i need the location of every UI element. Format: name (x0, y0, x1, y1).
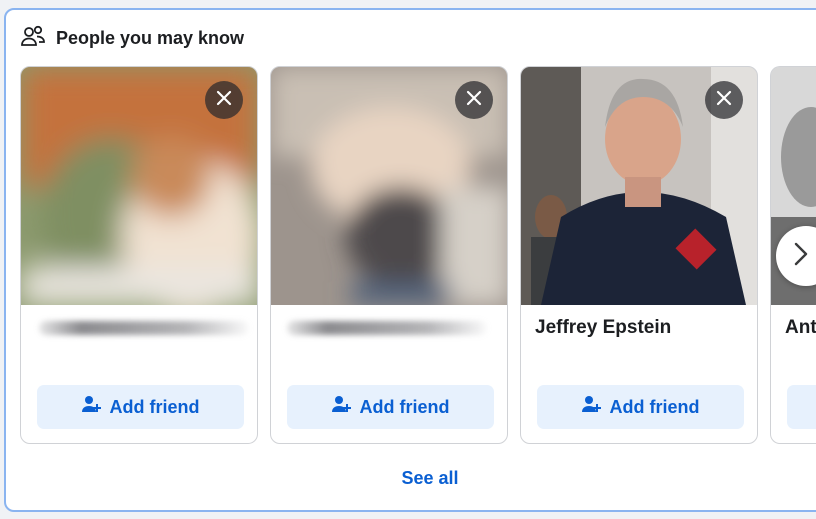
people-icon (20, 24, 46, 53)
add-friend-label: Add friend (609, 396, 700, 417)
card-name[interactable]: Ant (785, 317, 816, 339)
add-friend-button[interactable]: Add friend (37, 385, 244, 429)
card-name[interactable]: Jeffrey Epstein (535, 317, 671, 339)
close-icon (716, 90, 732, 111)
section-title: People you may know (56, 27, 245, 48)
add-friend-label: Add friend (359, 396, 450, 417)
see-all-link[interactable]: See all (0, 468, 816, 489)
add-person-icon (331, 395, 352, 420)
card-name-obscured (287, 321, 487, 335)
close-icon (216, 90, 232, 111)
dismiss-button[interactable] (705, 81, 743, 119)
chevron-right-icon (794, 242, 808, 271)
add-friend-button[interactable]: Add friend (537, 385, 744, 429)
dismiss-button[interactable] (455, 81, 493, 119)
card-name-obscured (39, 321, 249, 335)
suggestion-card[interactable]: Jeffrey Epstein Add friend (520, 66, 758, 444)
add-friend-label: Add friend (109, 396, 200, 417)
add-person-icon (581, 395, 602, 420)
add-friend-button[interactable] (787, 385, 816, 429)
section-header: People you may know (20, 24, 245, 53)
dismiss-button[interactable] (205, 81, 243, 119)
close-icon (466, 90, 482, 111)
add-friend-button[interactable]: Add friend (287, 385, 494, 429)
add-person-icon (81, 395, 102, 420)
suggestion-card[interactable]: Add friend (20, 66, 258, 444)
suggestion-card[interactable]: Add friend (270, 66, 508, 444)
